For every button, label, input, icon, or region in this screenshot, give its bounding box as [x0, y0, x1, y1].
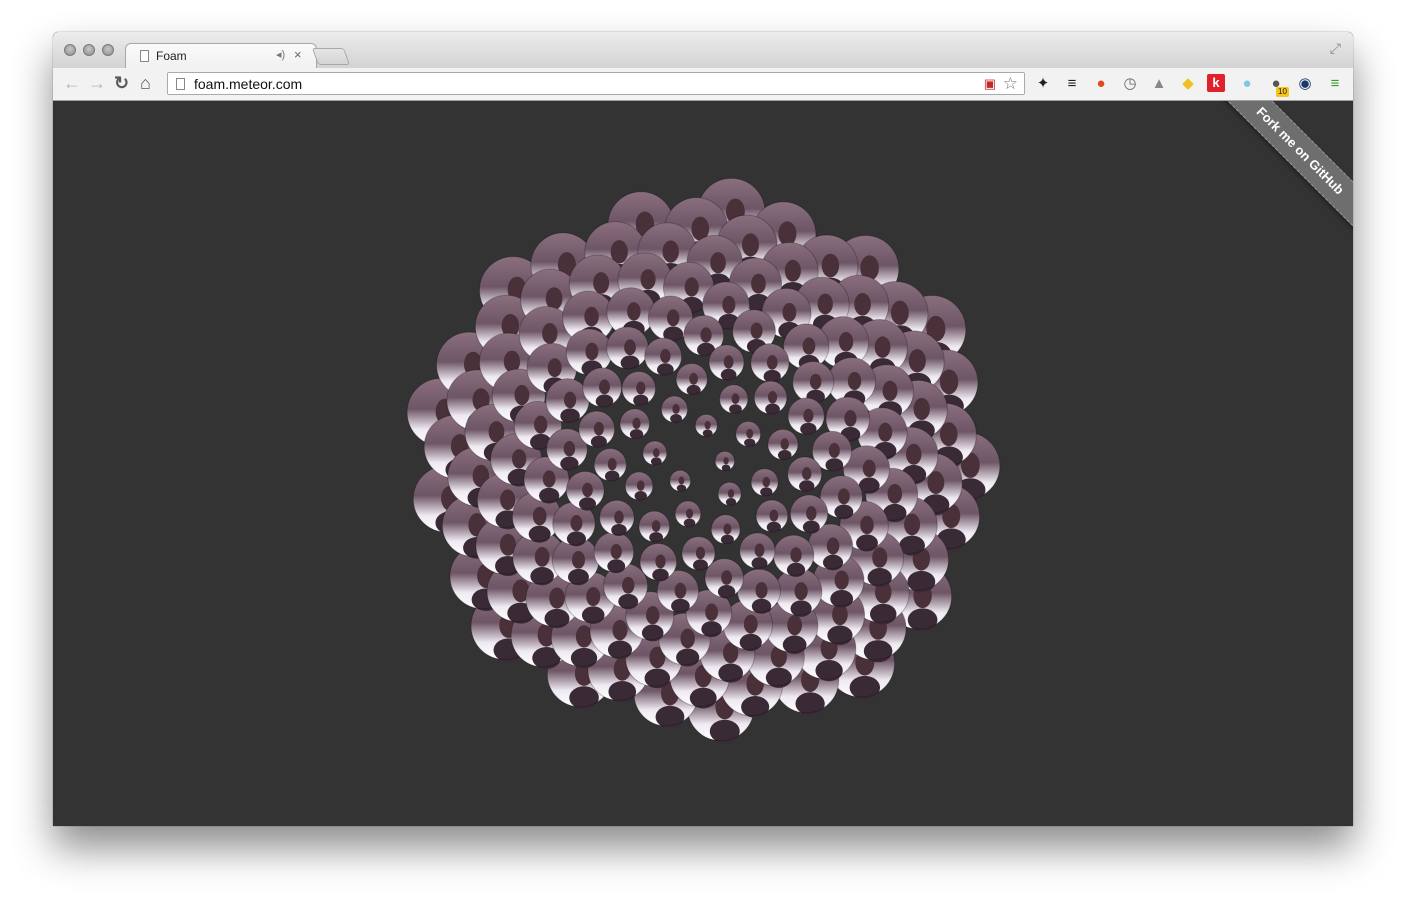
forward-arrow-icon[interactable]: → — [88, 73, 106, 93]
tab-close-button[interactable]: × — [294, 47, 302, 62]
foam-bubble — [750, 343, 790, 384]
foam-bubble — [710, 514, 741, 545]
url-text[interactable]: foam.meteor.com — [194, 76, 302, 92]
new-tab-button[interactable] — [311, 48, 351, 65]
foam-bubble — [599, 499, 635, 537]
foam-bubble — [694, 413, 718, 438]
reload-icon[interactable]: ↻ — [114, 73, 129, 93]
foam-bubble — [717, 481, 742, 507]
minimize-window-button[interactable] — [83, 44, 95, 56]
foam-bubble — [735, 420, 762, 448]
foam-bubble — [714, 450, 736, 472]
foam-bubble — [787, 397, 825, 436]
tab-title: Foam — [156, 49, 187, 63]
page-content: Fork me on GitHub — [53, 101, 1353, 826]
browser-toolbar: ← → ↻ ⌂ foam.meteor.com ▣ ☆ ✦ ≡ ● ◷ ▲ ◆ … — [53, 68, 1353, 101]
title-bar: Foam ◂) × ⤢ — [53, 32, 1353, 70]
browser-window: Foam ◂) × ⤢ ← → ↻ ⌂ foam.meteor.com ▣ ☆ … — [53, 32, 1353, 826]
foam-bubble — [621, 371, 657, 407]
back-arrow-icon[interactable]: ← — [63, 73, 81, 93]
droplet-icon[interactable]: ● — [1237, 74, 1257, 94]
speaker-icon[interactable]: ◂) — [276, 48, 285, 61]
lemon-icon[interactable]: ◆ — [1178, 74, 1198, 94]
bookmark-star-icon[interactable]: ☆ — [1003, 74, 1018, 94]
foam-bubble — [638, 510, 671, 543]
foam-bubble — [642, 440, 668, 466]
tab-foam[interactable]: Foam ◂) × — [125, 43, 317, 70]
foam-bubble — [767, 428, 799, 461]
tomato-icon[interactable]: ● — [1091, 74, 1111, 94]
foam-bubble — [755, 499, 789, 533]
home-icon[interactable]: ⌂ — [140, 73, 151, 93]
foam-bubble — [644, 337, 683, 377]
menu-icon[interactable]: ≡ — [1325, 74, 1345, 94]
foam-bubble — [708, 344, 745, 382]
foam-bubble — [660, 395, 689, 424]
foam-bubble — [669, 469, 692, 492]
page-icon — [140, 50, 149, 62]
color-wheel-icon[interactable]: ◉ — [1295, 74, 1315, 94]
zoom-window-button[interactable] — [102, 44, 114, 56]
camera-blocked-icon[interactable]: ▣ — [984, 76, 996, 92]
bell-icon[interactable]: ▲ — [1149, 74, 1169, 94]
foam-bubble — [753, 380, 788, 415]
foam-bubble — [719, 384, 749, 415]
extension-badge: 10 — [1276, 87, 1289, 97]
foam-bubble — [739, 532, 776, 570]
address-bar[interactable]: foam.meteor.com ▣ ☆ — [167, 72, 1025, 95]
close-window-button[interactable] — [64, 44, 76, 56]
foam-bubble — [606, 326, 649, 371]
foam-bubble — [624, 471, 654, 501]
clock-icon[interactable]: ◷ — [1120, 74, 1140, 94]
page-icon — [176, 78, 185, 90]
k-extension-icon[interactable]: k — [1207, 74, 1225, 92]
foam-canvas — [406, 177, 1001, 744]
fullscreen-icon[interactable]: ⤢ — [1330, 40, 1341, 57]
foam-bubble — [792, 360, 835, 405]
foam-bubble — [787, 456, 823, 493]
foam-bubble — [750, 468, 779, 497]
layers-icon[interactable]: ≡ — [1062, 74, 1082, 94]
pin-icon[interactable]: ✦ — [1033, 74, 1053, 94]
foam-bubble — [619, 408, 651, 440]
foam-bubble — [675, 362, 708, 396]
foam-bubble — [674, 500, 702, 528]
